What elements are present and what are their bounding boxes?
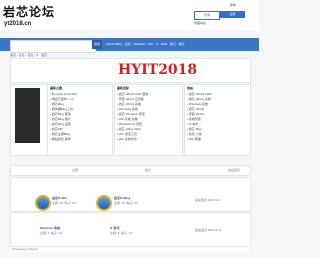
forum-meta: 主题: 19, 帖子: 63 xyxy=(114,201,138,205)
nav-links[interactable]: Discuz·Blog · 论坛 · Windows · Win · IT · … xyxy=(106,42,185,46)
forum-last: 最后发表 2022-4-15 xyxy=(195,228,222,232)
forum-name[interactable]: Windows 系统 xyxy=(40,226,60,230)
user-link[interactable]: 繁体 xyxy=(230,3,236,7)
search-input[interactable] xyxy=(10,40,96,53)
site-logo[interactable]: 岩芯论坛 xyxy=(3,3,55,20)
forum-name[interactable]: 岩芯IT-Win xyxy=(52,196,67,200)
list-item[interactable]: • Win 教程 xyxy=(187,137,212,142)
footer-text: Powered by Discuz! xyxy=(12,247,39,251)
hot-list: • 岩芯 Win10 2022 • 岩芯 Win11 系统 • Windows … xyxy=(187,92,212,142)
forum-meta: 主题: 6, 帖子: 12 xyxy=(40,231,63,235)
banner-title: HYIT2018 xyxy=(118,62,198,78)
login-button[interactable]: 登录 xyxy=(194,11,220,20)
reply-list: • 岩芯 Win10 2022 更新 • 安装 Win11 正式版 • 岩芯 W… xyxy=(117,92,149,142)
reply-title: 最新回复 xyxy=(117,86,130,90)
register-button[interactable]: 注册 xyxy=(220,11,245,18)
game-image[interactable] xyxy=(15,88,40,143)
site-domain: yt2018.cn xyxy=(4,21,32,27)
latest-list: • ${.ngrok.com}:4(0) • 域名已发布~~cp • 岩芯Blo… xyxy=(50,92,77,142)
search-button[interactable]: 搜索 xyxy=(92,40,102,49)
forum-meta: 主题: 29, 帖子: 84 xyxy=(52,201,76,205)
hot-title: 热帖 xyxy=(187,86,194,90)
forum-meta: 主题: 8, 帖子: 21 xyxy=(110,231,133,235)
forum-name[interactable]: 岩芯IT-Blog xyxy=(114,196,130,200)
col-topics: 主题 xyxy=(72,168,79,172)
col-last: 最后发表 xyxy=(228,168,241,172)
col-posts: 帖子 xyxy=(145,168,152,172)
list-item[interactable]: • Win 系统优化 xyxy=(117,137,149,142)
breadcrumb[interactable]: 首页 › 论坛 › 论坛 › IT · 岩芯 xyxy=(10,53,47,57)
footer xyxy=(10,246,249,253)
forum-icon xyxy=(35,195,51,211)
forum-name[interactable]: IT 资讯 xyxy=(110,226,120,230)
latest-title: 最新主题 xyxy=(50,86,63,90)
forum-icon xyxy=(96,195,112,211)
menu-link[interactable]: 收藏本站 xyxy=(194,21,206,25)
header: 岩芯论坛 yt2018.cn 登录 注册 繁体 收藏本站 xyxy=(0,0,259,30)
list-item[interactable]: • 网站回复 发布 xyxy=(50,137,77,142)
category-header xyxy=(10,165,251,176)
forum-last: 最后发表 2022-5-8 xyxy=(195,198,220,202)
